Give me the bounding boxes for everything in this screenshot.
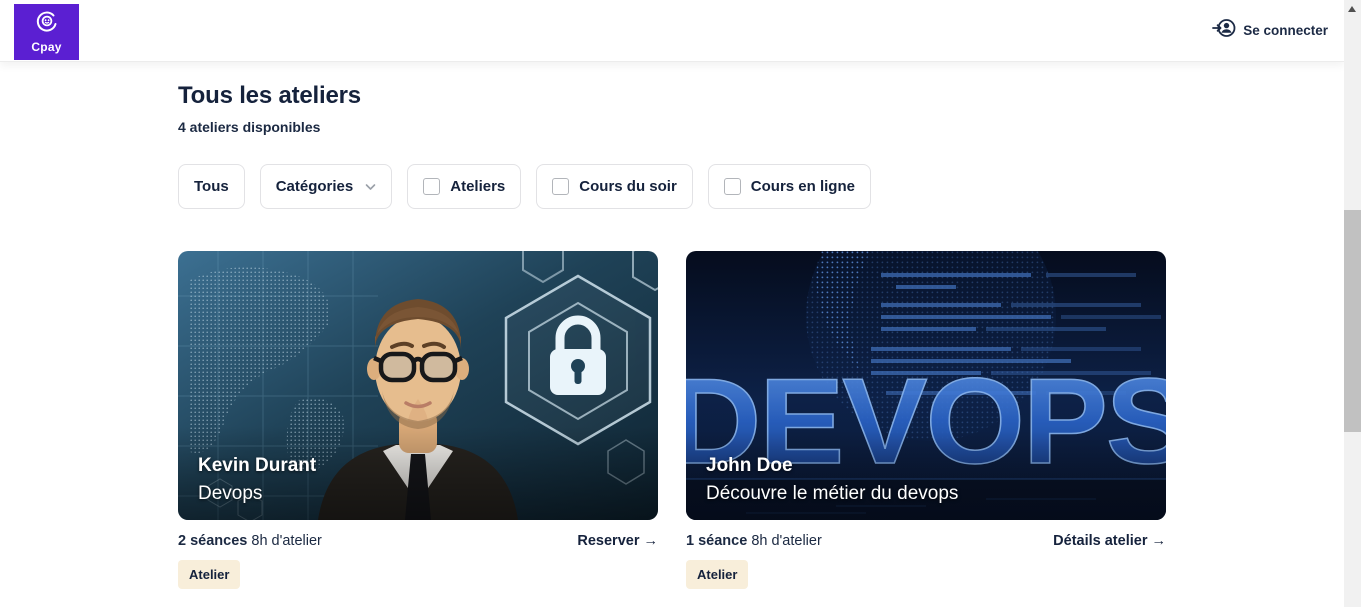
workshop-card-devops: Kevin Durant Devops 2 séances 8h d'ateli… [178, 251, 658, 589]
page-title: Tous les ateliers [178, 82, 1166, 110]
arrow-right-icon: → [644, 533, 659, 549]
filter-cours-du-soir-label: Cours du soir [579, 178, 677, 195]
session-duration: 8h d'atelier [751, 533, 821, 549]
cours-du-soir-checkbox[interactable] [552, 178, 569, 195]
reserve-label: Reserver [577, 533, 639, 549]
details-label: Détails atelier [1053, 533, 1147, 549]
filter-cours-en-ligne-label: Cours en ligne [751, 178, 855, 195]
instructor-name: John Doe [706, 452, 958, 480]
main-content: Tous les ateliers 4 ateliers disponibles… [178, 62, 1166, 589]
cpay-logo-icon [35, 9, 59, 38]
chevron-down-icon [365, 178, 376, 195]
filter-categories-label: Catégories [276, 178, 354, 195]
top-navbar: Cpay Se connecter [0, 0, 1344, 62]
filter-all-label: Tous [194, 178, 229, 195]
logo-label: Cpay [31, 40, 61, 54]
card-footer: 2 séances 8h d'atelier Reserver → [178, 533, 658, 549]
card-footer: 1 séance 8h d'atelier Détails atelier → [686, 533, 1166, 549]
workshop-title: Découvre le métier du devops [706, 480, 958, 508]
cpay-logo[interactable]: Cpay [14, 4, 79, 60]
filter-ateliers-label: Ateliers [450, 178, 505, 195]
filter-all-button[interactable]: Tous [178, 164, 245, 209]
ateliers-checkbox[interactable] [423, 178, 440, 195]
login-button[interactable]: Se connecter [1212, 17, 1328, 44]
scrollbar-thumb[interactable] [1344, 210, 1361, 432]
filter-ateliers-checkbox-button[interactable]: Ateliers [407, 164, 521, 209]
filter-categories-dropdown[interactable]: Catégories [260, 164, 393, 209]
scroll-up-arrow[interactable] [1348, 6, 1356, 12]
session-duration: 8h d'atelier [251, 533, 321, 549]
page-subtitle: 4 ateliers disponibles [178, 119, 1166, 135]
workshop-image-cybersecurity[interactable]: Kevin Durant Devops [178, 251, 658, 520]
category-badge: Atelier [178, 560, 240, 589]
category-badge: Atelier [686, 560, 748, 589]
login-icon [1212, 17, 1236, 44]
card-overlay-text: Kevin Durant Devops [198, 452, 316, 508]
cours-en-ligne-checkbox[interactable] [724, 178, 741, 195]
filter-cours-du-soir-checkbox-button[interactable]: Cours du soir [536, 164, 693, 209]
card-overlay-text: John Doe Découvre le métier du devops [706, 452, 958, 508]
login-label: Se connecter [1243, 23, 1328, 38]
details-link[interactable]: Détails atelier → [1053, 533, 1166, 549]
workshop-image-devops[interactable]: DEVOPS John Doe Découvre le métier du de… [686, 251, 1166, 520]
arrow-right-icon: → [1152, 533, 1167, 549]
reserve-link[interactable]: Reserver → [577, 533, 658, 549]
session-count: 2 séances [178, 533, 247, 549]
instructor-name: Kevin Durant [198, 452, 316, 480]
workshop-title: Devops [198, 480, 316, 508]
session-count: 1 séance [686, 533, 747, 549]
session-info: 2 séances 8h d'atelier [178, 533, 322, 549]
filter-bar: Tous Catégories Ateliers Cours du soir C… [178, 164, 1166, 209]
session-info: 1 séance 8h d'atelier [686, 533, 822, 549]
filter-cours-en-ligne-checkbox-button[interactable]: Cours en ligne [708, 164, 871, 209]
vertical-scrollbar[interactable] [1344, 0, 1361, 607]
workshop-card-list: Kevin Durant Devops 2 séances 8h d'ateli… [178, 251, 1166, 589]
workshop-card-devops-metier: DEVOPS John Doe Découvre le métier du de… [686, 251, 1166, 589]
